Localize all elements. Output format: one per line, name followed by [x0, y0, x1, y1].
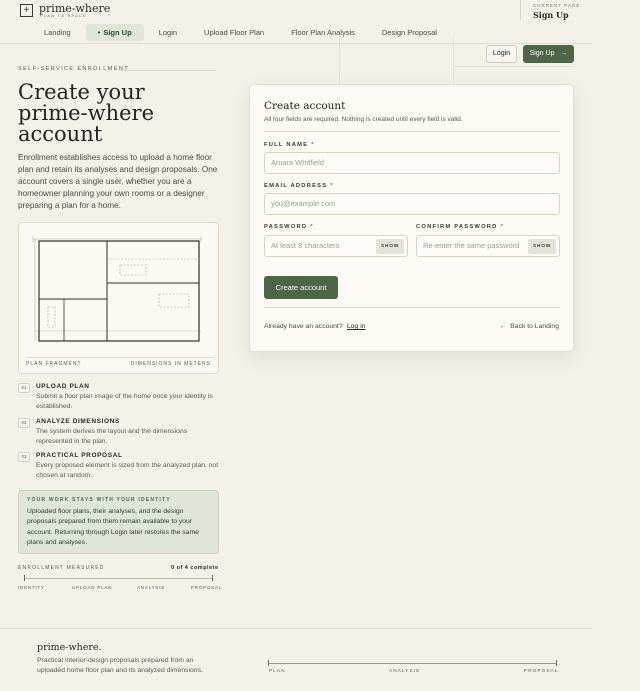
nav-floor-plan-analysis[interactable]: Floor Plan Analysis — [279, 24, 367, 41]
logo-plus-icon: + — [20, 4, 33, 17]
brand-tagline: PLAN TO SPACE — [40, 13, 87, 18]
plan-fragment-label: PLAN FRAGMENT — [26, 361, 82, 367]
header-signup-label: Sign Up — [529, 50, 555, 57]
confirm-password-show-toggle[interactable]: SHOW — [528, 239, 556, 254]
active-dot-icon: • — [97, 28, 101, 37]
footer-stage-track — [268, 663, 556, 664]
required-asterisk: * — [310, 224, 314, 230]
required-asterisk: * — [330, 183, 334, 189]
confirm-password-field[interactable]: Re-enter the same password SHOW — [416, 235, 560, 257]
main-nav: Landing • Sign Up Login Upload Floor Plan… — [32, 24, 452, 42]
email-field[interactable]: you@example.com — [264, 193, 560, 215]
eyebrow-divider — [120, 70, 216, 71]
plan-card-divider — [26, 357, 213, 358]
footer-brand: prime-where. — [37, 642, 102, 653]
footer-divider — [0, 628, 592, 629]
full-name-field[interactable]: Amara Whitfield — [264, 152, 560, 174]
login-link[interactable]: Log in — [347, 323, 366, 330]
progress-stage-upload-plan: UPLOAD PLAN — [72, 585, 113, 590]
password-placeholder: At least 8 characters — [271, 241, 340, 250]
current-page-indicator: CURRENT PAGE Sign Up — [520, 0, 580, 20]
enrollment-progress-count: 0 of 4 complete — [171, 565, 219, 571]
plan-fragment-card: PLAN FRAGMENT DIMENSIONS IN METERS — [18, 222, 219, 374]
step-number: 03 — [18, 452, 30, 462]
step-description: Every proposed element is sized from the… — [36, 462, 219, 479]
header-signup-button[interactable]: Sign Up → — [523, 45, 574, 63]
required-asterisk: * — [500, 224, 505, 230]
progress-tick — [24, 575, 25, 581]
identity-body: Uploaded floor plans, their analyses, an… — [27, 508, 199, 547]
identity-heading: YOUR WORK STAYS WITH YOUR IDENTITY — [27, 497, 171, 503]
form-title: Create account — [264, 100, 346, 112]
nav-sign-up-label: Sign Up — [103, 28, 132, 37]
nav-landing[interactable]: Landing — [32, 24, 83, 41]
progress-stage-identity: IDENTITY — [18, 585, 45, 590]
nav-login[interactable]: Login — [147, 24, 189, 41]
already-have-account-text: Already have an account? — [264, 323, 343, 330]
nav-upload-floor-plan[interactable]: Upload Floor Plan — [192, 24, 276, 41]
form-footer-divider — [264, 307, 560, 308]
step-title: PRACTICAL PROPOSAL — [36, 452, 123, 459]
footer-stage-proposal: PROPOSAL — [524, 669, 559, 674]
enrollment-progress-track — [24, 578, 212, 579]
enrollment-progress-label: ENROLLMENT MEASURED — [18, 565, 105, 571]
hero-body: Enrollment establishes access to upload … — [18, 153, 218, 210]
site-header: + prime-where PLAN TO SPACE CURRENT PAGE… — [0, 0, 592, 44]
password-show-toggle[interactable]: SHOW — [376, 239, 404, 254]
password-label-text: PASSWORD — [264, 224, 308, 230]
current-page-value: Sign Up — [533, 10, 569, 20]
arrow-left-icon: ← — [499, 323, 507, 330]
footer-stage-analysis: ANALYSIS — [389, 669, 421, 674]
hero-title: Create your prime-where account — [18, 80, 155, 146]
confirm-password-placeholder: Re-enter the same password — [423, 241, 520, 250]
nav-sign-up[interactable]: • Sign Up — [85, 24, 144, 41]
current-page-label: CURRENT PAGE — [533, 3, 581, 8]
required-asterisk: * — [311, 142, 315, 148]
confirm-password-label-text: CONFIRM PASSWORD — [416, 224, 498, 230]
step-title: UPLOAD PLAN — [36, 383, 90, 390]
password-label: PASSWORD * — [264, 224, 314, 230]
form-divider — [264, 131, 560, 132]
back-to-landing-link[interactable]: ← Back to Landing — [499, 323, 559, 330]
email-label: EMAIL ADDRESS * — [264, 183, 334, 189]
step-description: The system derives the layout and the di… — [36, 428, 188, 445]
plan-dimensions-label: DIMENSIONS IN METERS — [130, 361, 211, 367]
floor-plan-drawing — [32, 236, 202, 342]
header-login-button[interactable]: Login — [486, 45, 517, 63]
confirm-password-label: CONFIRM PASSWORD * — [416, 224, 504, 230]
step-number: 02 — [18, 418, 30, 428]
step-number: 01 — [18, 383, 30, 393]
full-name-label: FULL NAME * — [264, 142, 315, 148]
form-subtitle: All four fields are required. Nothing is… — [264, 116, 463, 123]
progress-stage-proposal: PROPOSAL — [191, 585, 223, 590]
progress-tick — [212, 575, 213, 581]
footer-tick — [268, 660, 269, 666]
nav-design-proposal[interactable]: Design Proposal — [370, 24, 449, 41]
background-plan-line — [453, 66, 573, 67]
full-name-label-text: FULL NAME — [264, 142, 309, 148]
step-description: Submit a floor plan image of the home on… — [36, 393, 213, 410]
email-label-text: EMAIL ADDRESS — [264, 183, 328, 189]
progress-stage-analysis: ANALYSIS — [137, 585, 166, 590]
hero-eyebrow: SELF-SERVICE ENROLLMENT — [18, 66, 129, 72]
create-account-card: Create account All four fields are requi… — [249, 84, 574, 352]
step-title: ANALYZE DIMENSIONS — [36, 418, 120, 425]
password-field[interactable]: At least 8 characters SHOW — [264, 235, 408, 257]
footer-stage-plan: PLAN — [269, 669, 286, 674]
footer-tick — [556, 660, 557, 666]
footer-description: Practical interior-design proposals prep… — [37, 657, 203, 674]
identity-notice: YOUR WORK STAYS WITH YOUR IDENTITY Uploa… — [18, 490, 219, 554]
arrow-right-icon: → — [560, 50, 568, 57]
back-to-landing-label: Back to Landing — [510, 323, 559, 330]
create-account-button[interactable]: Create account — [264, 276, 338, 299]
